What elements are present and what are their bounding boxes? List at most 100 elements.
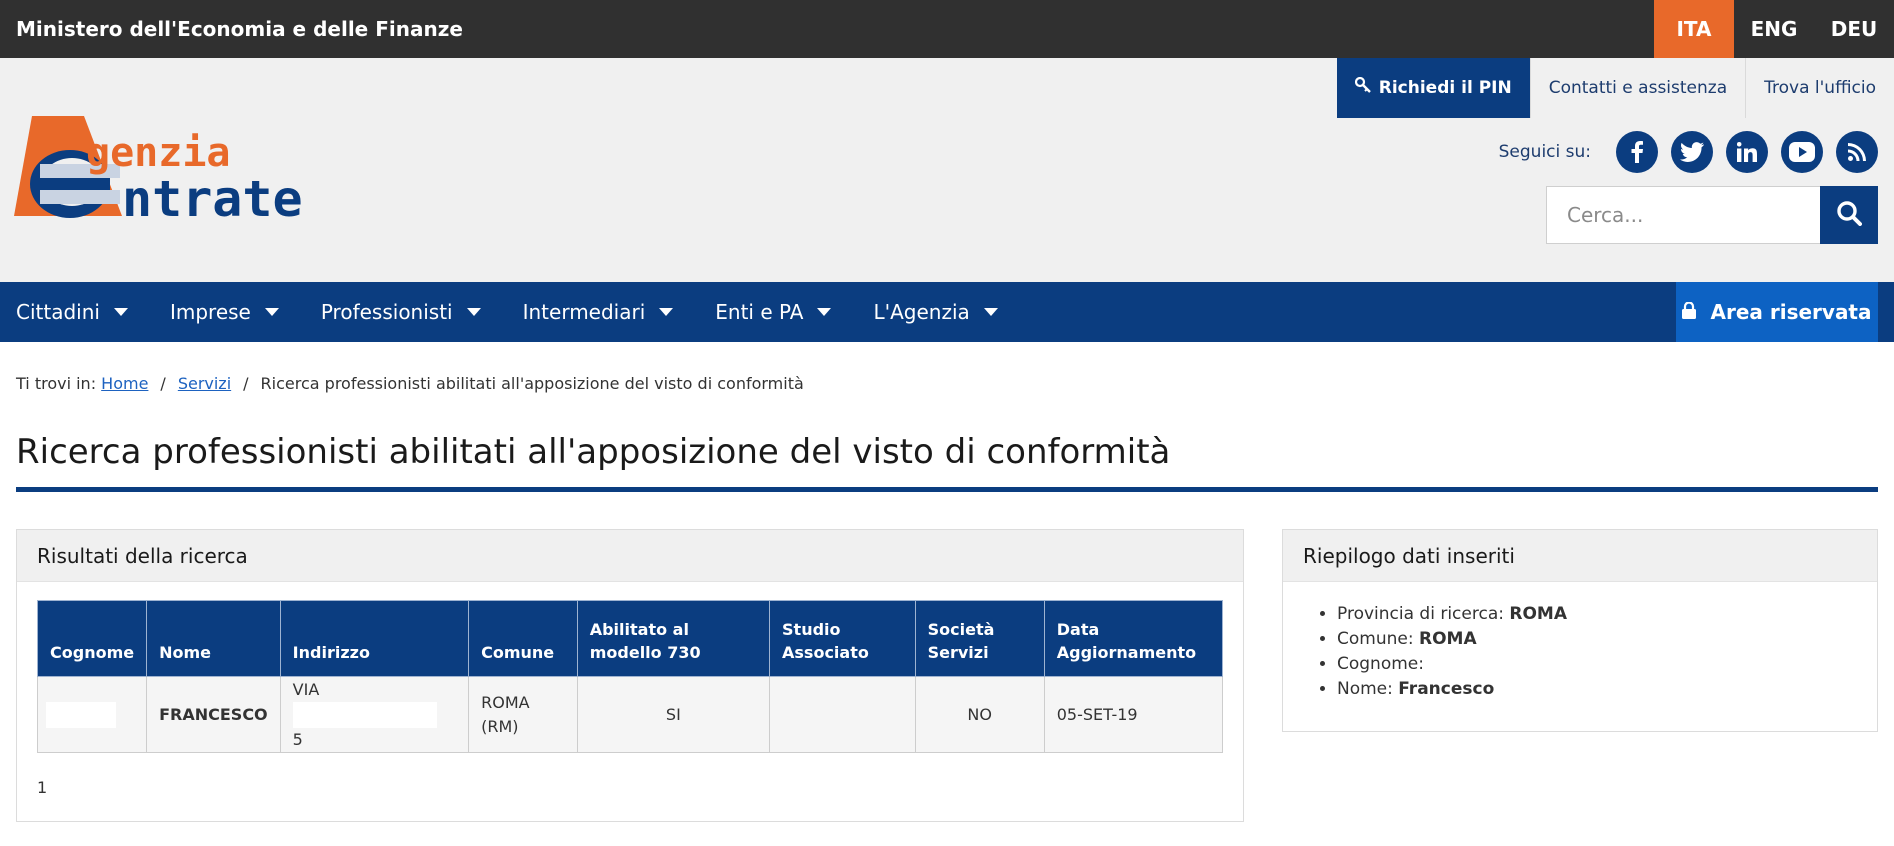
table-header-row: Cognome Nome Indirizzo Comune Abilitato … — [36, 600, 1224, 677]
breadcrumb: Ti trovi in: Home / Servizi / Ricerca profes… — [16, 374, 804, 393]
cell-comune: ROMA (RM) — [468, 676, 578, 753]
summary-label: Cognome: — [1337, 654, 1424, 674]
nav-imprese[interactable]: Imprese — [170, 282, 279, 342]
main-navigation: Cittadini Imprese Professionisti Interme… — [0, 282, 1894, 342]
col-nome[interactable]: Nome — [146, 600, 281, 677]
breadcrumb-separator: / — [160, 374, 166, 393]
caret-down-icon — [983, 308, 998, 316]
request-pin-button[interactable]: Richiedi il PIN — [1336, 58, 1530, 118]
header-links: Richiedi il PIN Contatti e assistenza Tr… — [1336, 58, 1894, 118]
logo-graphic: genzia ntrate — [14, 116, 303, 228]
summary-value: Francesco — [1398, 679, 1495, 699]
social-bar: Seguici su: — [1499, 131, 1878, 173]
search-input[interactable] — [1546, 186, 1820, 244]
list-item: Cognome: — [1337, 652, 1567, 677]
caret-down-icon — [817, 308, 832, 316]
ministry-label[interactable]: Ministero dell'Economia e delle Finanze — [16, 0, 463, 58]
cell-nome: FRANCESCO — [146, 676, 281, 753]
cell-societa-servizi: NO — [914, 676, 1045, 753]
lang-deu[interactable]: DEU — [1814, 0, 1894, 58]
breadcrumb-separator: / — [243, 374, 249, 393]
col-comune[interactable]: Comune — [468, 600, 578, 677]
comune-city: ROMA — [481, 693, 530, 713]
breadcrumb-home[interactable]: Home — [101, 374, 148, 393]
redacted-field — [46, 701, 116, 728]
search-button[interactable] — [1820, 186, 1878, 244]
col-studio-associato[interactable]: Studio Associato — [769, 600, 916, 677]
breadcrumb-current: Ricerca professionisti abilitati all'app… — [260, 374, 804, 393]
nav-imprese-label: Imprese — [169, 300, 251, 324]
lock-icon — [1682, 300, 1697, 324]
facebook-icon[interactable] — [1616, 131, 1658, 173]
comune-province: (RM) — [481, 716, 519, 736]
cell-abilitato-730: SI — [576, 676, 771, 753]
col-cognome[interactable]: Cognome — [36, 600, 148, 677]
breadcrumb-servizi[interactable]: Servizi — [178, 374, 231, 393]
linkedin-icon[interactable] — [1726, 131, 1768, 173]
pagination-page[interactable]: 1 — [37, 778, 47, 797]
caret-down-icon — [466, 308, 481, 316]
nav-enti-pa[interactable]: Enti e PA — [715, 282, 832, 342]
site-header: genzia ntrate Richiedi il PIN Contatti e… — [0, 58, 1894, 282]
redacted-field — [292, 701, 437, 728]
cell-data-aggiornamento: 05-SET-19 — [1043, 676, 1224, 753]
col-data-aggiornamento[interactable]: Data Aggiornamento — [1043, 600, 1224, 677]
social-label: Seguici su: — [1498, 142, 1591, 162]
lang-eng[interactable]: ENG — [1734, 0, 1814, 58]
summary-panel-title: Riepilogo dati inseriti — [1283, 530, 1877, 582]
col-indirizzo[interactable]: Indirizzo — [279, 600, 470, 677]
summary-label: Comune: — [1337, 629, 1414, 649]
nav-professionisti[interactable]: Professionisti — [321, 282, 481, 342]
find-office-link[interactable]: Trova l'ufficio — [1745, 58, 1894, 118]
caret-down-icon — [113, 308, 128, 316]
logo-text-ntrate: ntrate — [122, 170, 303, 228]
key-icon — [1354, 58, 1371, 118]
area-riservata-button[interactable]: Area riservata — [1676, 282, 1878, 342]
address-prefix: VIA — [292, 680, 320, 700]
table-row: FRANCESCO VIA 5 ROMA (RM) SI NO 05-SET-1… — [36, 676, 1224, 753]
summary-list: Provincia di ricerca: ROMA Comune: ROMA … — [1337, 602, 1567, 702]
summary-value: ROMA — [1418, 629, 1477, 649]
list-item: Comune: ROMA — [1337, 627, 1567, 652]
youtube-icon[interactable] — [1781, 131, 1823, 173]
col-abilitato-730[interactable]: Abilitato al modello 730 — [576, 600, 771, 677]
summary-label: Provincia di ricerca: — [1337, 604, 1504, 624]
rss-icon[interactable] — [1836, 131, 1878, 173]
nav-agenzia[interactable]: L'Agenzia — [873, 282, 998, 342]
results-panel: Risultati della ricerca Cognome Nome Ind… — [16, 529, 1244, 822]
list-item: Nome: Francesco — [1337, 677, 1567, 702]
caret-down-icon — [659, 308, 674, 316]
cell-studio-associato — [769, 676, 916, 753]
cell-cognome — [36, 676, 148, 753]
nav-intermediari-label: Intermediari — [522, 300, 646, 324]
summary-panel: Riepilogo dati inseriti Provincia di ric… — [1282, 529, 1878, 732]
top-bar: Ministero dell'Economia e delle Finanze … — [0, 0, 1894, 58]
nav-cittadini-label: Cittadini — [16, 300, 100, 324]
nav-professionisti-label: Professionisti — [320, 300, 453, 324]
search-box — [1546, 186, 1878, 244]
summary-label: Nome: — [1337, 679, 1393, 699]
nav-cittadini[interactable]: Cittadini — [16, 282, 128, 342]
page-title: Ricerca professionisti abilitati all'app… — [16, 432, 1171, 472]
contacts-link[interactable]: Contatti e assistenza — [1529, 58, 1745, 118]
address-number: 5 — [292, 729, 303, 749]
request-pin-label: Richiedi il PIN — [1378, 78, 1512, 98]
search-icon — [1836, 200, 1862, 231]
agenzia-entrate-logo[interactable]: genzia ntrate — [14, 116, 344, 236]
cell-indirizzo: VIA 5 — [279, 676, 470, 753]
caret-down-icon — [264, 308, 279, 316]
title-divider — [16, 487, 1878, 492]
twitter-icon[interactable] — [1671, 131, 1713, 173]
language-switcher: ITA ENG DEU — [1654, 0, 1894, 58]
area-riservata-label: Area riservata — [1710, 300, 1872, 324]
nav-enti-pa-label: Enti e PA — [715, 300, 804, 324]
results-table: Cognome Nome Indirizzo Comune Abilitato … — [36, 600, 1224, 753]
nav-intermediari[interactable]: Intermediari — [523, 282, 674, 342]
breadcrumb-prefix: Ti trovi in: — [16, 374, 97, 393]
list-item: Provincia di ricerca: ROMA — [1337, 602, 1567, 627]
lang-ita[interactable]: ITA — [1654, 0, 1734, 58]
summary-value: ROMA — [1509, 604, 1567, 624]
nav-agenzia-label: L'Agenzia — [873, 300, 970, 324]
col-societa-servizi[interactable]: Società Servizi — [914, 600, 1045, 677]
results-panel-title: Risultati della ricerca — [17, 530, 1243, 582]
